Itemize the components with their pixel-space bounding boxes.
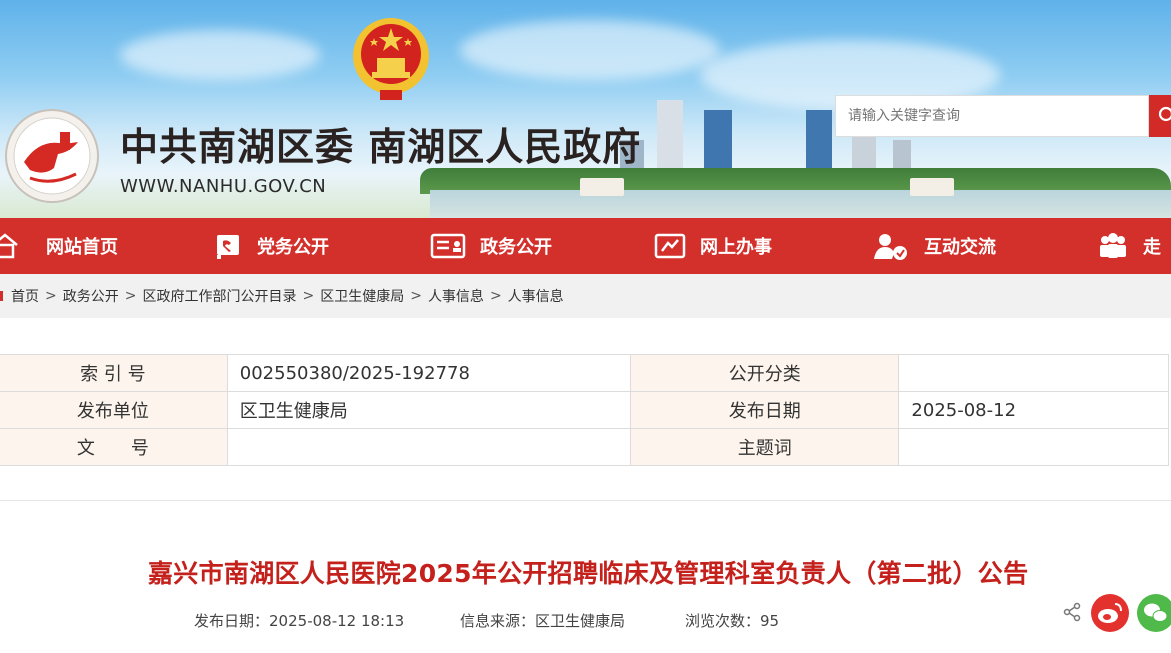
- nav-item-label: 网上办事: [700, 237, 772, 258]
- skyline-building: [657, 100, 683, 170]
- article-title: 嘉兴市南湖区人民医院2025年公开招聘临床及管理科室负责人（第二批）公告: [148, 559, 1029, 588]
- cloud-decoration: [460, 20, 720, 80]
- nav-item-home[interactable]: 网站首页: [0, 218, 118, 274]
- document-number-label: 文 号: [0, 428, 228, 466]
- nav-item-label: 互动交流: [924, 237, 996, 258]
- document-number-value: [226, 428, 632, 466]
- nav-item-label: 政务公开: [480, 237, 552, 258]
- breadcrumb-item[interactable]: 首页: [11, 286, 39, 306]
- breadcrumb-separator: >: [45, 288, 57, 304]
- nav-item-label: 走: [1143, 237, 1161, 258]
- weibo-share-button[interactable]: [1091, 594, 1129, 632]
- breadcrumb-separator: >: [489, 288, 502, 304]
- main-nav: 网站首页 党务公开 政务公开 网上办事 互动交流 走: [0, 218, 1171, 274]
- article-publish-date: 发布日期：2025-08-12 18:13: [194, 610, 404, 631]
- breadcrumb-separator: >: [410, 288, 422, 304]
- wechat-icon: [1144, 603, 1168, 622]
- views-label: 浏览次数：: [685, 612, 761, 630]
- source-label: 信息来源：: [460, 612, 536, 630]
- publisher-label: 发布单位: [0, 391, 228, 429]
- index-value: 002550380/2025-192778: [226, 354, 632, 392]
- nav-item-government-affairs[interactable]: 政务公开: [430, 218, 552, 274]
- breadcrumb: 首页 > 政务公开 > 区政府工作部门公开目录 > 区卫生健康局 > 人事信息 …: [0, 274, 1171, 318]
- location-marker-icon: [0, 291, 3, 301]
- weibo-icon: [1098, 603, 1122, 623]
- lake-water: [430, 190, 1171, 218]
- table-row: 文 号 主题词: [0, 428, 1169, 466]
- divider: [0, 500, 1171, 501]
- nav-item-party-affairs[interactable]: 党务公开: [213, 218, 329, 274]
- site-title: 中共南湖区委 南湖区人民政府: [120, 125, 642, 169]
- search-icon: [1158, 106, 1171, 122]
- publisher-value: 区卫生健康局: [226, 391, 632, 429]
- national-emblem-icon: [353, 18, 429, 100]
- skyline-building: [704, 110, 732, 170]
- table-row: 索 引 号 002550380/2025-192778 公开分类: [0, 354, 1169, 392]
- party-flag-icon: [217, 235, 239, 259]
- skyline-building: [893, 140, 911, 170]
- breadcrumb-item[interactable]: 区政府工作部门公开目录: [142, 286, 296, 306]
- cloud-decoration: [120, 30, 320, 80]
- article-views: 浏览次数：95: [685, 610, 779, 631]
- views-value: 95: [760, 612, 780, 630]
- header-banner: 中共南湖区委 南湖区人民政府 WWW.NANHU.GOV.CN: [0, 0, 1171, 218]
- article-source: 信息来源：区卫生健康局: [460, 610, 625, 631]
- nav-item-more[interactable]: 走: [1097, 218, 1161, 274]
- nav-item-label: 网站首页: [46, 237, 118, 258]
- user-chat-icon: [874, 234, 907, 260]
- keywords-label: 主题词: [630, 428, 900, 466]
- people-group-icon: [1100, 233, 1126, 258]
- breadcrumb-separator: >: [124, 288, 137, 304]
- nav-item-online-services[interactable]: 网上办事: [654, 218, 772, 274]
- publish-date-value: 2025-08-12: [898, 391, 1169, 429]
- publish-value: 2025-08-12 18:13: [269, 612, 405, 630]
- site-url: WWW.NANHU.GOV.CN: [120, 176, 327, 197]
- document-meta-table: 索 引 号 002550380/2025-192778 公开分类 发布单位 区卫…: [0, 354, 1169, 466]
- breadcrumb-item[interactable]: 人事信息: [428, 286, 484, 306]
- breadcrumb-item[interactable]: 政务公开: [63, 286, 119, 306]
- boat-decoration: [580, 178, 624, 196]
- nav-item-label: 党务公开: [257, 237, 329, 258]
- breadcrumb-item[interactable]: 区卫生健康局: [320, 286, 404, 306]
- district-logo-icon: [5, 109, 99, 203]
- publish-date-label: 发布日期: [630, 391, 900, 429]
- boat-decoration: [910, 178, 954, 196]
- table-row: 发布单位 区卫生健康局 发布日期 2025-08-12: [0, 391, 1169, 429]
- skyline-building: [852, 132, 876, 170]
- breadcrumb-separator: >: [302, 288, 315, 304]
- index-label: 索 引 号: [0, 354, 228, 392]
- share-icon[interactable]: [1062, 602, 1082, 622]
- publish-label: 发布日期：: [194, 612, 270, 630]
- wechat-share-button[interactable]: [1137, 594, 1171, 632]
- id-card-icon: [430, 233, 466, 259]
- category-label: 公开分类: [630, 354, 900, 392]
- nav-item-interaction[interactable]: 互动交流: [872, 218, 996, 274]
- home-icon: [0, 233, 18, 259]
- source-value: 区卫生健康局: [535, 612, 626, 630]
- search-button[interactable]: [1149, 95, 1171, 137]
- breadcrumb-item[interactable]: 人事信息: [508, 286, 564, 306]
- handshake-icon: [654, 233, 686, 259]
- category-value: [898, 354, 1169, 392]
- search-input[interactable]: [835, 95, 1149, 137]
- keywords-value: [898, 428, 1169, 466]
- skyline-building: [806, 110, 832, 170]
